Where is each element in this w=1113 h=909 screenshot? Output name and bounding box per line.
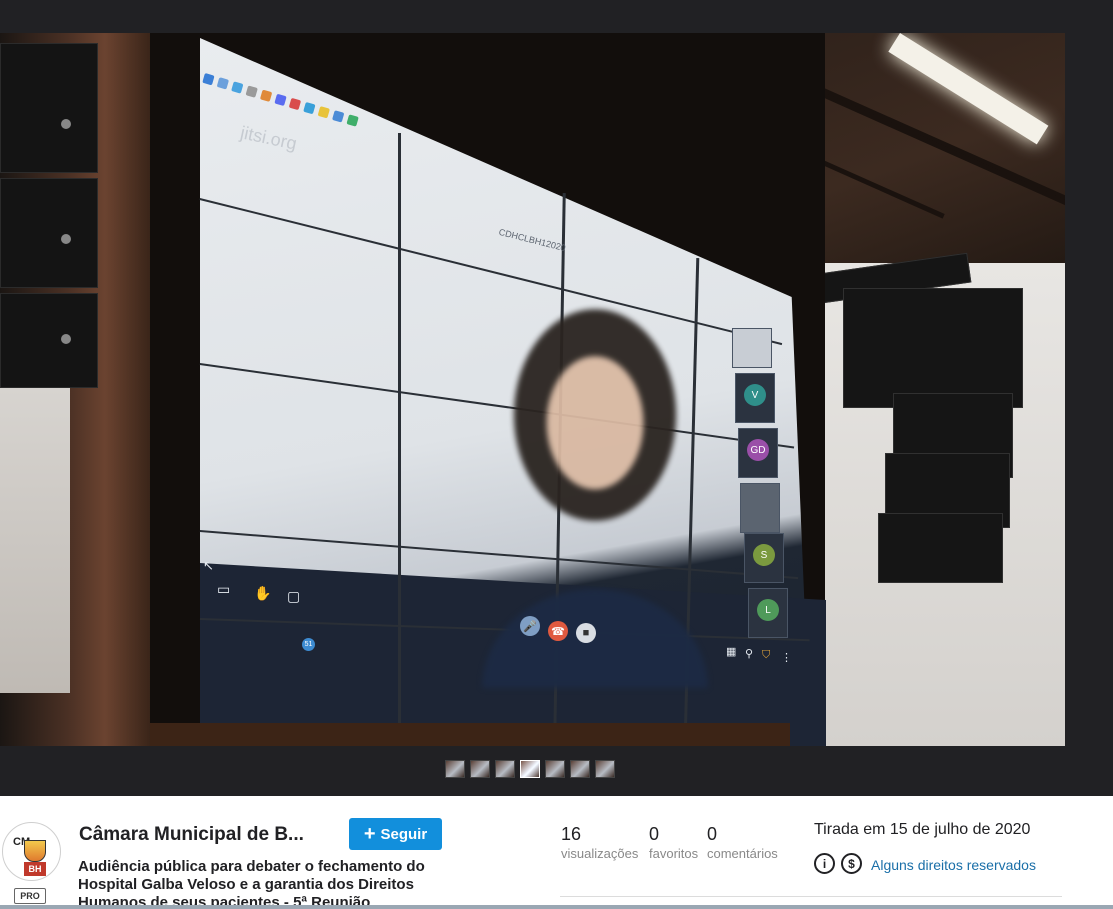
participant-tile: V (735, 373, 775, 423)
photo-filmstrip (445, 760, 615, 778)
stat-label: visualizações (561, 846, 639, 861)
license-link[interactable]: Alguns direitos reservados (871, 857, 1036, 873)
tile-view-icon: ▦ (726, 646, 737, 658)
stat-comments: 0 comentários (707, 824, 778, 861)
plus-icon: + (363, 823, 376, 845)
pro-badge: PRO (14, 888, 46, 904)
speaker (0, 178, 98, 288)
stat-views: 16 visualizações (561, 824, 638, 861)
mute-icon: 🎤 (520, 616, 540, 636)
owner-name-link[interactable]: Câmara Municipal de B... (79, 824, 304, 846)
chat-icon: ▢ (287, 588, 301, 604)
screen-share-icon: ▭ (217, 581, 231, 597)
filmstrip-thumb[interactable] (470, 760, 490, 778)
cursor-icon: ↖ (203, 558, 214, 573)
stat-value: 0 (649, 824, 660, 844)
filmstrip-thumb[interactable] (495, 760, 515, 778)
city-shield-icon (24, 840, 46, 862)
more-icon: ⋮ (781, 652, 792, 664)
security-icon: ⛉ (762, 649, 771, 661)
noncommercial-icon[interactable]: $ (841, 853, 862, 874)
filmstrip-thumb[interactable] (445, 760, 465, 778)
follow-button[interactable]: + Seguir (349, 818, 442, 850)
speaker (843, 288, 1023, 408)
participant-avatar: S (753, 544, 775, 566)
stat-label: comentários (707, 846, 778, 861)
main-photo[interactable]: jitsi.org CDHCLBH12020 V GD S L ▭ ✋ ▢ 51… (0, 33, 1065, 746)
speaker (878, 513, 1003, 583)
speaker (0, 293, 98, 388)
filmstrip-thumb[interactable] (545, 760, 565, 778)
stat-value: 0 (707, 824, 718, 844)
hangup-icon: ☎ (548, 621, 568, 641)
raise-hand-icon: ✋ (254, 585, 272, 601)
participant-tile (732, 328, 772, 368)
filmstrip-thumb[interactable] (570, 760, 590, 778)
speaker (0, 43, 98, 173)
stat-value: 16 (561, 824, 582, 844)
participant-tile: GD (738, 428, 778, 478)
chat-unread-badge: 51 (302, 638, 315, 651)
attribution-icon[interactable]: i (814, 853, 835, 874)
filmstrip-thumb[interactable] (595, 760, 615, 778)
participant-avatar: GD (747, 439, 769, 461)
participants-icon: ⚲ (745, 648, 754, 660)
participant-avatar: V (744, 384, 766, 406)
photo-title: Audiência pública para debater o fechame… (78, 858, 425, 909)
photo-viewer: jitsi.org CDHCLBH12020 V GD S L ▭ ✋ ▢ 51… (0, 0, 1113, 796)
participant-tile: L (748, 588, 788, 638)
participant-tile: S (744, 533, 784, 583)
stat-favorites: 0 favoritos (649, 824, 698, 861)
filmstrip-thumb-active[interactable] (520, 760, 540, 778)
follow-button-label: Seguir (380, 825, 428, 843)
camera-icon: ■ (576, 623, 596, 643)
participant-tile (740, 483, 780, 533)
date-taken: Tirada em 15 de julho de 2020 (814, 821, 1031, 838)
stat-label: favoritos (649, 846, 699, 861)
divider (560, 896, 1062, 897)
logo-letters: CM (13, 836, 31, 848)
participant-avatar: L (757, 599, 779, 621)
logo-city: BH (24, 862, 46, 876)
